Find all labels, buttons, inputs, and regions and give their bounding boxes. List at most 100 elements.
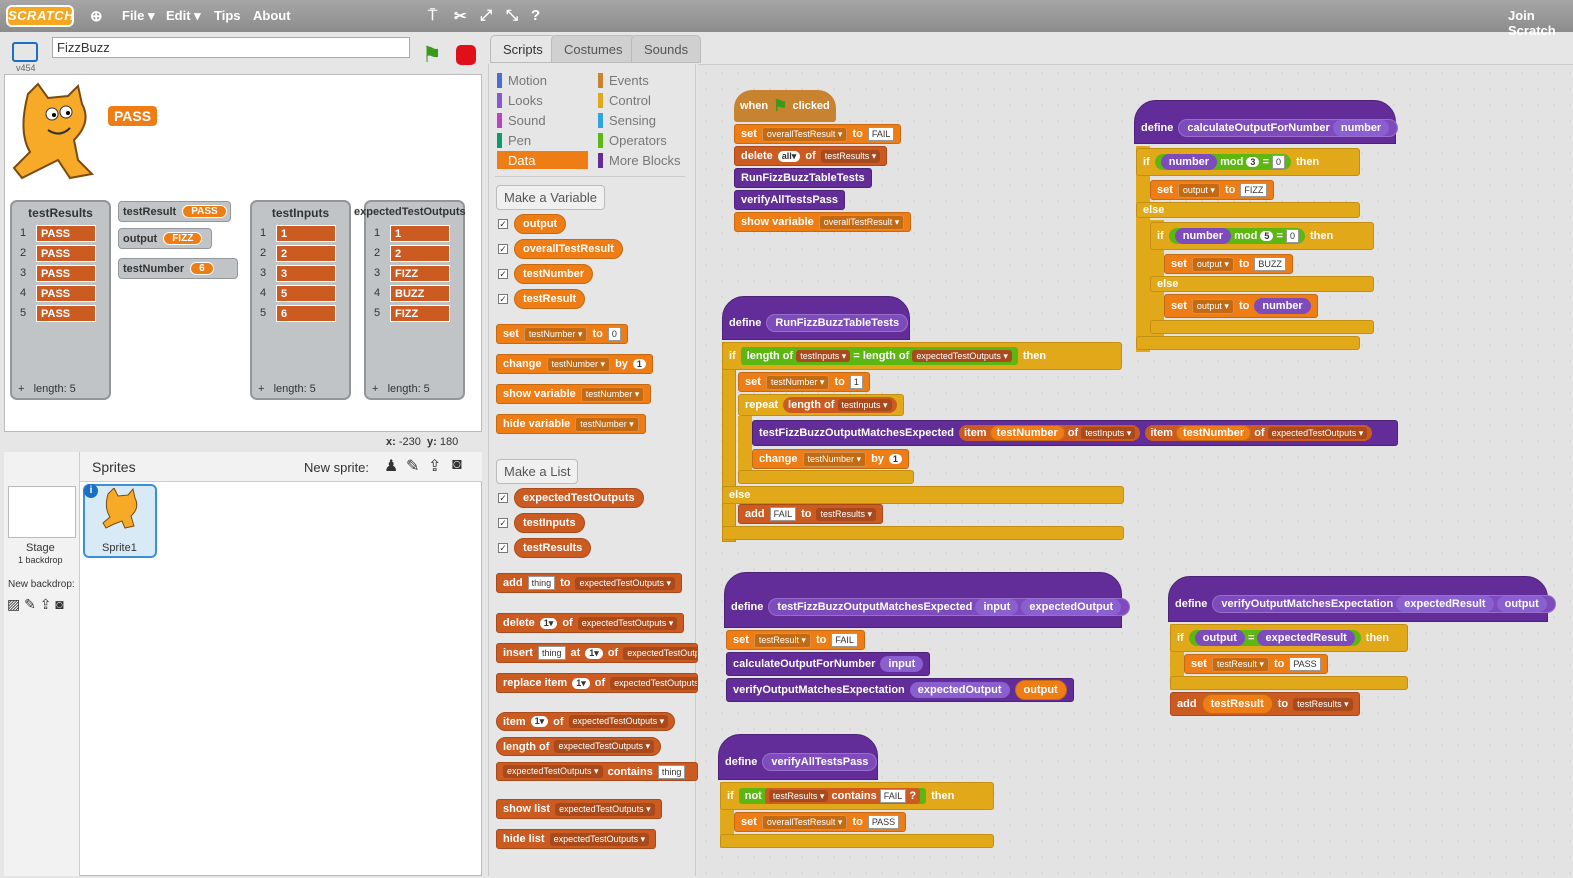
list-cell[interactable]: 5 (276, 284, 336, 302)
upload-icon[interactable]: ⇪ (428, 456, 441, 476)
checkbox[interactable]: ✓ (498, 219, 508, 229)
list-cell[interactable]: 2 (276, 244, 336, 262)
hide-list-block[interactable]: hide list expectedTestOutputs ▾ (496, 829, 657, 849)
add-to-list-block[interactable]: add testResult to testResults ▾ (1170, 692, 1360, 716)
scratch-logo[interactable]: SCRATCH (6, 5, 74, 27)
add-to-list-block[interactable]: add thing to expectedTestOutputs ▾ (496, 573, 683, 593)
category-events[interactable]: Events (598, 71, 681, 89)
menu-file[interactable]: File ▾ (122, 8, 155, 24)
if-else-block[interactable]: if length of testInputs ▾ = length of ex… (722, 342, 1122, 370)
insert-block[interactable]: insert thing at 1▾ of expectedTestOutput… (496, 643, 698, 663)
repeat-block[interactable]: repeat length of testInputs ▾ (738, 394, 904, 416)
camera-icon[interactable]: ◙ (452, 456, 462, 474)
if-block[interactable]: if not testResults ▾ contains FAIL ? the… (720, 782, 994, 810)
item-of-block[interactable]: item 1▾ of expectedTestOutputs ▾ (496, 712, 676, 731)
category-more-blocks[interactable]: More Blocks (598, 151, 681, 169)
set-block[interactable]: set testResult ▾ to PASS (1184, 654, 1328, 674)
globe-icon[interactable]: ⊕ (90, 7, 103, 25)
list-reporter[interactable]: testInputs (514, 513, 585, 533)
set-block[interactable]: set overallTestResult ▾ to FAIL (734, 124, 902, 144)
when-flag-clicked-block[interactable]: when ⚑ clicked (734, 90, 836, 122)
variable-reporter[interactable]: overallTestResult (514, 239, 623, 259)
add-to-list-block[interactable]: add FAIL to testResults ▾ (738, 504, 884, 524)
list-cell[interactable]: 6 (276, 304, 336, 322)
join-link[interactable]: Join Scratch (1508, 8, 1573, 38)
make-list-button[interactable]: Make a List (496, 459, 579, 484)
list-cell[interactable]: BUZZ (390, 284, 450, 302)
set-block[interactable]: set testNumber ▾ to 1 (738, 372, 870, 392)
change-block[interactable]: change testNumber ▾ by 1 (752, 449, 909, 469)
shrink-icon[interactable]: ⤡ (506, 7, 518, 24)
variable-reporter[interactable]: testNumber (514, 264, 594, 284)
list-cell[interactable]: PASS (36, 224, 96, 242)
define-verifyOutputMatchesExpectation[interactable]: define verifyOutputMatchesExpectation ex… (1168, 576, 1556, 622)
define-verifyAllTestsPass[interactable]: define verifyAllTestsPass (718, 734, 878, 780)
grow-icon[interactable]: ⤢ (480, 7, 492, 24)
category-pen[interactable]: Pen (497, 131, 588, 149)
checkbox[interactable]: ✓ (498, 543, 508, 553)
info-icon[interactable]: i (84, 484, 98, 498)
length-of-block[interactable]: length of expectedTestOutputs ▾ (496, 737, 662, 756)
define-calculateOutputForNumber[interactable]: define calculateOutputForNumber number (1134, 100, 1399, 144)
testResult-monitor[interactable]: testResult PASS (118, 201, 231, 222)
cat-sprite[interactable] (8, 82, 104, 184)
duplicate-icon[interactable]: ⍑ (428, 7, 437, 24)
checkbox[interactable]: ✓ (498, 294, 508, 304)
set-block[interactable]: set testResult ▾ to FAIL (726, 630, 865, 650)
category-sound[interactable]: Sound (497, 111, 588, 129)
stop-icon[interactable] (456, 45, 476, 65)
list-cell[interactable]: 2 (390, 244, 450, 262)
variable-reporter[interactable]: testResult (514, 289, 586, 309)
checkbox[interactable]: ✓ (498, 493, 508, 503)
call-calculateOutputForNumber[interactable]: calculateOutputForNumber input (726, 652, 931, 676)
list-cell[interactable]: 3 (276, 264, 336, 282)
change-block[interactable]: change testNumber ▾ by 1 (496, 354, 653, 374)
define-testFizzBuzzOutputMatchesExpected[interactable]: define testFizzBuzzOutputMatchesExpected… (724, 572, 1131, 628)
testResults-monitor[interactable]: testResults 1 PASS 2 PASS 3 PASS 4 PASS 5 PAS… (10, 200, 111, 400)
delete-tool-icon[interactable]: ✂ (454, 7, 467, 25)
fullscreen-icon[interactable] (12, 42, 38, 62)
if-else-block[interactable]: if number mod 3 = 0 then (1136, 148, 1360, 176)
list-cell[interactable]: FIZZ (390, 264, 450, 282)
call-testFizzBuzzOutputMatchesExpected[interactable]: testFizzBuzzOutputMatchesExpected item t… (752, 420, 1398, 446)
project-name-input[interactable]: FizzBuzz (52, 37, 410, 58)
testNumber-monitor[interactable]: testNumber 6 (118, 258, 238, 279)
sprite-library-icon[interactable]: ♟ (384, 456, 398, 476)
show-list-block[interactable]: show list expectedTestOutputs ▾ (496, 799, 662, 819)
call-verifyAllTestsPass[interactable]: verifyAllTestsPass (734, 190, 846, 210)
list-cell[interactable]: PASS (36, 284, 96, 302)
define-RunFizzBuzzTableTests[interactable]: define RunFizzBuzzTableTests (722, 296, 910, 340)
expectedTestOutputs-monitor[interactable]: expectedTestOutputs 11 22 3 FIZZ 4 BUZZ 5F… (354, 200, 466, 400)
category-looks[interactable]: Looks (497, 91, 588, 109)
list-cell[interactable]: 1 (276, 224, 336, 242)
menu-edit[interactable]: Edit ▾ (166, 8, 201, 24)
category-control[interactable]: Control (598, 91, 681, 109)
set-block[interactable]: set output ▾ to number (1164, 294, 1318, 318)
replace-item-block[interactable]: replace item 1▾ of expectedTestOutputs ▾ (496, 673, 698, 693)
inner-if-else-block[interactable]: if number mod 5 = 0 then (1150, 222, 1374, 250)
tab-sounds[interactable]: Sounds (631, 35, 702, 63)
call-RunFizzBuzzTableTests[interactable]: RunFizzBuzzTableTests (734, 168, 872, 188)
set-block[interactable]: set output ▾ to FIZZ (1150, 180, 1275, 200)
category-motion[interactable]: Motion (497, 71, 588, 89)
set-block[interactable]: set testNumber ▾ to 0 (496, 324, 628, 344)
category-operators[interactable]: Operators (598, 131, 681, 149)
list-cell[interactable]: PASS (36, 244, 96, 262)
show-variable-block[interactable]: show variable testNumber ▾ (496, 384, 652, 404)
tab-costumes[interactable]: Costumes (551, 35, 636, 63)
list-cell[interactable]: PASS (36, 264, 96, 282)
menu-about[interactable]: About (253, 8, 291, 23)
list-cell[interactable]: 1 (390, 224, 450, 242)
contains-block[interactable]: expectedTestOutputs ▾ contains thing (496, 762, 698, 781)
call-verifyOutputMatchesExpectation[interactable]: verifyOutputMatchesExpectation expectedO… (726, 678, 1074, 702)
list-cell[interactable]: FIZZ (390, 304, 450, 322)
menu-tips[interactable]: Tips (214, 8, 241, 23)
backdrop-tools-icons[interactable]: ▨ ✎ ⇪ ◙ (7, 596, 64, 613)
testInputs-monitor[interactable]: testInputs 11 22 33 45 56 + length: 5 (250, 200, 351, 400)
paint-brush-icon[interactable]: ✎ (406, 456, 419, 476)
checkbox[interactable]: ✓ (498, 244, 508, 254)
if-block[interactable]: if output = expectedResult then (1170, 624, 1408, 652)
checkbox[interactable]: ✓ (498, 518, 508, 528)
list-reporter[interactable]: testResults (514, 538, 592, 558)
hide-variable-block[interactable]: hide variable testNumber ▾ (496, 414, 646, 434)
